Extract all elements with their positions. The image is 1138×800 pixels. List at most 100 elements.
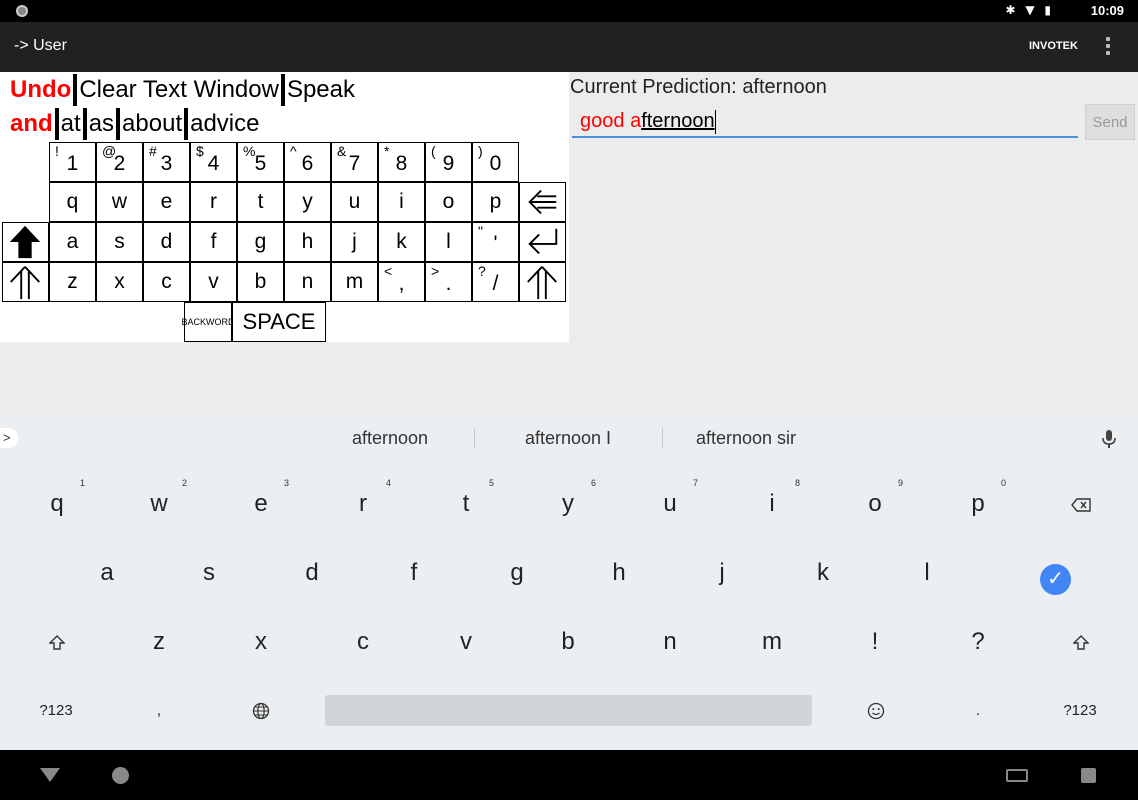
key-l[interactable]: l: [425, 222, 472, 262]
ime-key-q[interactable]: q1: [27, 478, 87, 518]
ime-key-s[interactable]: s: [179, 559, 239, 587]
backword-key[interactable]: BACKWORD: [182, 302, 235, 342]
key-f[interactable]: f: [190, 222, 237, 262]
key-q[interactable]: q: [49, 182, 96, 222]
word-prediction-4[interactable]: advice: [188, 108, 261, 140]
key-i[interactable]: i: [378, 182, 425, 222]
space-key[interactable]: SPACE: [232, 302, 326, 342]
ime-key-0[interactable]: z: [129, 628, 189, 656]
key-x[interactable]: x: [96, 262, 143, 302]
ime-key-f[interactable]: f: [384, 559, 444, 587]
key-j[interactable]: j: [331, 222, 378, 262]
undo-button[interactable]: Undo: [8, 74, 73, 106]
caps-lock-key[interactable]: [2, 222, 49, 262]
key-a[interactable]: a: [49, 222, 96, 262]
key-n[interactable]: n: [284, 262, 331, 302]
suggestion-2[interactable]: afternoon sir: [680, 428, 812, 449]
key-quote[interactable]: " ': [472, 222, 519, 262]
word-prediction-3[interactable]: about: [120, 108, 184, 140]
symbols-key-left[interactable]: ?123: [26, 702, 86, 719]
key-8[interactable]: * 8: [378, 142, 425, 182]
key-1[interactable]: ! 1: [49, 142, 96, 182]
key-9[interactable]: (9: [425, 142, 472, 182]
word-prediction-0[interactable]: and: [8, 108, 55, 140]
brand-button[interactable]: INVOTEK: [1029, 40, 1078, 52]
ime-key-a[interactable]: a: [77, 559, 137, 587]
key-k[interactable]: k: [378, 222, 425, 262]
key-z[interactable]: z: [49, 262, 96, 302]
ime-key-5[interactable]: n: [640, 628, 700, 656]
key-b[interactable]: b: [237, 262, 284, 302]
key-t[interactable]: t: [237, 182, 284, 222]
ime-key-i[interactable]: i8: [742, 478, 802, 518]
suggestion-0[interactable]: afternoon: [338, 428, 442, 449]
ime-key-8[interactable]: ?: [948, 628, 1008, 656]
key-punct-1[interactable]: >.: [425, 262, 472, 302]
backspace-key[interactable]: [519, 182, 566, 222]
speak-button[interactable]: Speak: [285, 74, 357, 106]
ime-key-2[interactable]: c: [333, 628, 393, 656]
ime-key-o[interactable]: o9: [845, 478, 905, 518]
ime-key-g[interactable]: g: [487, 559, 547, 587]
key-4[interactable]: $4: [190, 142, 237, 182]
shift-icon[interactable]: [1073, 635, 1089, 651]
ime-key-u[interactable]: u7: [640, 478, 700, 518]
key-m[interactable]: m: [331, 262, 378, 302]
ime-key-r[interactable]: r4: [333, 478, 393, 518]
ime-key-t[interactable]: t5: [436, 478, 496, 518]
key-6[interactable]: ^ 6: [284, 142, 331, 182]
key-u[interactable]: u: [331, 182, 378, 222]
key-punct-2[interactable]: ? /: [472, 262, 519, 302]
space-bar[interactable]: [325, 695, 812, 726]
home-icon[interactable]: [112, 767, 129, 784]
recents-icon[interactable]: [1081, 768, 1096, 783]
key-r[interactable]: r: [190, 182, 237, 222]
ime-key-d[interactable]: d: [282, 559, 342, 587]
key-c[interactable]: c: [143, 262, 190, 302]
overflow-menu-icon[interactable]: [1098, 36, 1118, 58]
period-key[interactable]: .: [948, 702, 1008, 719]
expand-suggestions-icon[interactable]: >: [0, 428, 18, 448]
ime-key-1[interactable]: x: [231, 628, 291, 656]
clear-text-window-button[interactable]: Clear Text Window: [77, 74, 281, 106]
ime-key-l[interactable]: l: [897, 559, 957, 587]
emoji-icon[interactable]: [867, 702, 885, 720]
word-prediction-1[interactable]: at: [59, 108, 83, 140]
key-e[interactable]: e: [143, 182, 190, 222]
shift-key-right[interactable]: [519, 262, 566, 302]
ime-key-e[interactable]: e3: [231, 478, 291, 518]
keyboard-switch-icon[interactable]: [1006, 769, 1028, 782]
key-d[interactable]: d: [143, 222, 190, 262]
ime-key-4[interactable]: b: [538, 628, 598, 656]
microphone-icon[interactable]: [1102, 430, 1116, 448]
key-s[interactable]: s: [96, 222, 143, 262]
key-g[interactable]: g: [237, 222, 284, 262]
key-5[interactable]: % 5: [237, 142, 284, 182]
ime-key-7[interactable]: !: [845, 628, 905, 656]
key-0[interactable]: ) 0: [472, 142, 519, 182]
key-o[interactable]: o: [425, 182, 472, 222]
symbols-key-right[interactable]: ?123: [1050, 702, 1110, 719]
ime-key-j[interactable]: j: [692, 559, 752, 587]
globe-icon[interactable]: [252, 702, 270, 720]
key-7[interactable]: & 7: [331, 142, 378, 182]
ime-key-w[interactable]: w2: [129, 478, 189, 518]
message-input[interactable]: good afternoon: [572, 106, 1078, 138]
enter-key[interactable]: [519, 222, 566, 262]
ime-key-k[interactable]: k: [793, 559, 853, 587]
check-icon[interactable]: ✓: [1040, 564, 1071, 595]
word-prediction-2[interactable]: as: [87, 108, 116, 140]
ime-key-y[interactable]: y6: [538, 478, 598, 518]
ime-key-p[interactable]: p0: [948, 478, 1008, 518]
key-p[interactable]: p: [472, 182, 519, 222]
backspace-icon[interactable]: [1071, 498, 1091, 512]
key-y[interactable]: y: [284, 182, 331, 222]
send-button[interactable]: Send: [1085, 104, 1135, 140]
ime-key-3[interactable]: v: [436, 628, 496, 656]
key-v[interactable]: v: [190, 262, 237, 302]
back-icon[interactable]: [40, 768, 60, 782]
key-w[interactable]: w: [96, 182, 143, 222]
ime-key-6[interactable]: m: [742, 628, 802, 656]
ime-key-h[interactable]: h: [589, 559, 649, 587]
shift-key-left[interactable]: [2, 262, 49, 302]
